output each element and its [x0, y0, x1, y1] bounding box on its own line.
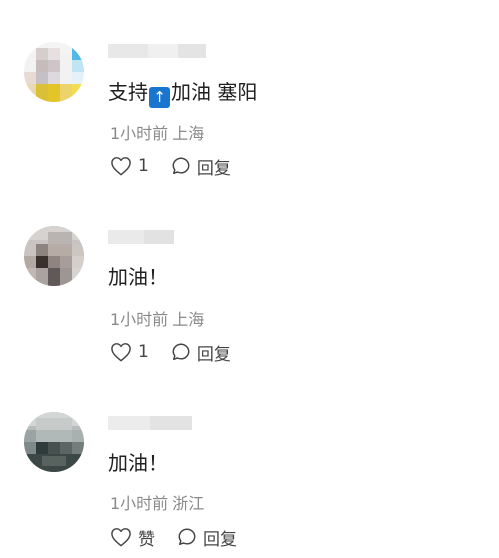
username[interactable]: ███████	[108, 416, 192, 430]
location: 上海	[172, 310, 205, 329]
heart-icon	[111, 343, 131, 362]
comment-bubble-icon	[178, 528, 196, 545]
comment-actions: 1 回复	[110, 339, 231, 365]
timestamp: 1小时前	[110, 310, 169, 329]
comment-text: 支持 ↑ 加油 塞阳	[108, 80, 258, 108]
comment-text: 加油！	[108, 451, 168, 475]
comment-meta: 1小时前 上海	[110, 306, 204, 330]
reply-label: 回复	[196, 158, 231, 179]
location: 浙江	[172, 494, 205, 513]
comment-meta: 1小时前 上海	[110, 120, 204, 144]
username[interactable]: ██████	[108, 230, 174, 244]
timestamp: 1小时前	[110, 494, 169, 513]
comment-meta: 1小时前 浙江	[110, 490, 204, 514]
location: 上海	[172, 124, 205, 143]
timestamp: 1小时前	[110, 124, 169, 143]
comment-bubble-icon	[172, 343, 190, 360]
comment-item: ███████ 加油！ 1小时前浙江 赞 回复	[0, 372, 499, 558]
like-button[interactable]: 1	[110, 342, 149, 362]
reply-button[interactable]: 回复	[171, 154, 231, 179]
username[interactable]: ███████	[108, 44, 206, 58]
like-button[interactable]: 1	[110, 156, 149, 176]
heart-icon	[111, 528, 131, 547]
avatar[interactable]	[24, 42, 84, 102]
avatar[interactable]	[24, 226, 84, 286]
comment-bubble-icon	[172, 157, 190, 174]
heart-icon	[111, 157, 131, 176]
like-count: 1	[138, 342, 149, 362]
comment-item: ███████ 支持↑加油 塞阳 1小时前上海 1 回复	[0, 0, 499, 186]
avatar[interactable]	[24, 412, 84, 472]
comment-text: 加油！	[108, 265, 168, 289]
comment-item: ██████ 加油！ 1小时前上海 1 回复	[0, 186, 499, 372]
reply-button[interactable]: 回复	[171, 340, 231, 365]
like-count: 1	[138, 156, 149, 176]
reply-label: 回复	[196, 344, 231, 365]
up-arrow-emoji: ↑	[149, 87, 170, 108]
comment-actions: 1 回复	[110, 153, 231, 179]
comment-actions: 赞 回复	[110, 524, 237, 550]
